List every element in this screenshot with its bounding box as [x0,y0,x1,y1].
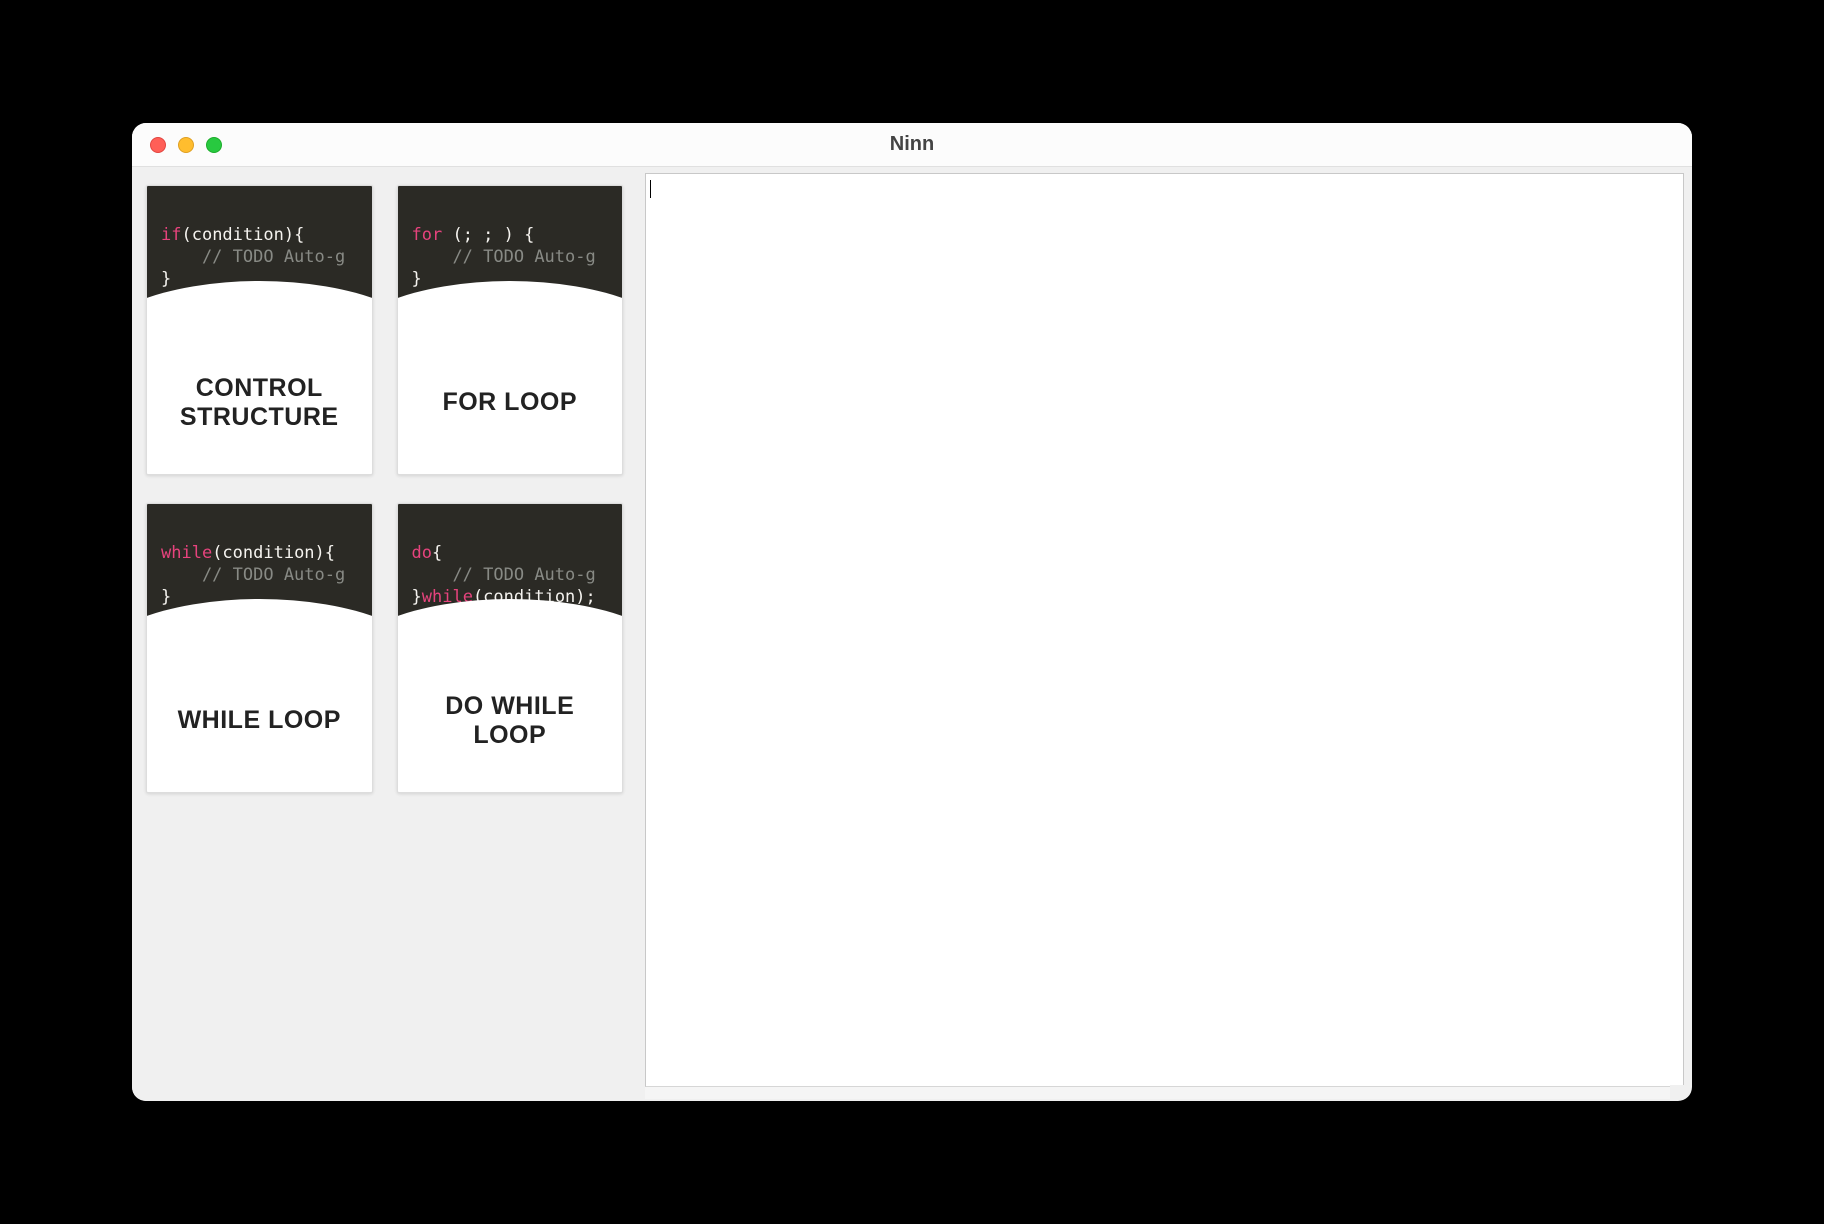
code-keyword: for [412,225,443,245]
card-title-label: DO WHILE LOOP [408,692,613,750]
code-text: } [412,269,422,289]
card-title-label: WHILE LOOP [178,706,341,735]
code-keyword: do [412,543,432,563]
card-title: WHILE LOOP [147,659,372,792]
maximize-icon[interactable] [206,137,222,153]
minimize-icon[interactable] [178,137,194,153]
app-window: Ninn if(condition){ // TODO Auto-g } CON… [132,123,1692,1101]
horizontal-scrollbar[interactable] [645,1087,1670,1099]
code-editor[interactable] [645,173,1684,1087]
window-title: Ninn [132,133,1692,156]
code-text: } [412,587,422,607]
text-cursor [650,180,651,198]
close-icon[interactable] [150,137,166,153]
code-comment: // TODO Auto-g [412,247,596,267]
code-text: (condition){ [212,543,335,563]
card-arc-decoration [147,281,372,341]
card-arc-decoration [398,281,623,341]
card-title: CONTROL STRUCTURE [147,341,372,474]
editor-wrap [637,167,1692,1101]
card-title-label: CONTROL STRUCTURE [157,374,362,432]
card-title-label: FOR LOOP [442,388,577,417]
scroll-corner [1670,1085,1684,1099]
card-code-preview: if(condition){ // TODO Auto-g } [147,186,372,341]
card-title: FOR LOOP [398,341,623,474]
card-code-preview: for (; ; ) { // TODO Auto-g } [398,186,623,341]
window-controls [132,137,222,153]
snippet-sidebar: if(condition){ // TODO Auto-g } CONTROL … [132,167,637,1101]
card-code-preview: do{ // TODO Auto-g }while(condition); [398,504,623,659]
code-text: (; ; ) { [442,225,534,245]
card-do-while-loop[interactable]: do{ // TODO Auto-g }while(condition); DO… [397,503,624,793]
code-keyword: if [161,225,181,245]
card-code-preview: while(condition){ // TODO Auto-g } [147,504,372,659]
code-comment: // TODO Auto-g [412,565,596,585]
card-arc-decoration [398,599,623,659]
code-keyword: while [161,543,212,563]
card-for-loop[interactable]: for (; ; ) { // TODO Auto-g } FOR LOOP [397,185,624,475]
code-comment: // TODO Auto-g [161,565,345,585]
titlebar: Ninn [132,123,1692,167]
code-text: (condition){ [181,225,304,245]
code-text: { [432,543,442,563]
code-text: } [161,587,171,607]
content-area: if(condition){ // TODO Auto-g } CONTROL … [132,167,1692,1101]
card-while-loop[interactable]: while(condition){ // TODO Auto-g } WHILE… [146,503,373,793]
code-comment: // TODO Auto-g [161,247,345,267]
card-title: DO WHILE LOOP [398,659,623,792]
card-arc-decoration [147,599,372,659]
card-control-structure[interactable]: if(condition){ // TODO Auto-g } CONTROL … [146,185,373,475]
code-text: } [161,269,171,289]
